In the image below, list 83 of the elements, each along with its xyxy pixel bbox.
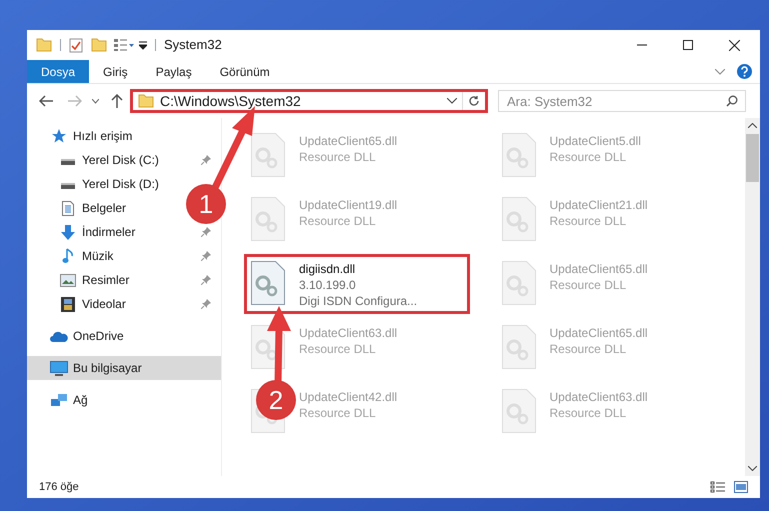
gear-file-icon [251,197,285,241]
file-detail: Resource DLL [550,277,628,293]
properties-icon[interactable] [69,38,83,52]
customize-arrow-icon[interactable] [139,40,147,50]
dropdown-caret-icon[interactable] [447,98,457,104]
details-view-icon[interactable] [710,481,726,493]
nav-item[interactable]: Resimler [27,268,221,292]
file-detail: Resource DLL [550,213,628,229]
file-name: UpdateClient21.dll [550,197,648,213]
scroll-up-icon[interactable] [748,123,757,128]
picture-icon [60,274,76,286]
file-name: UpdateClient65.dll [299,133,398,149]
back-arrow-icon[interactable] [39,95,53,107]
file-name: UpdateClient19.dll [299,197,398,213]
file-name: digiisdn.dll [299,261,356,277]
window-title: System32 [164,36,222,54]
document-icon [62,200,74,216]
pin-icon[interactable] [201,251,211,261]
gear-file-icon [502,133,536,177]
search-icon [726,95,738,107]
file-name: UpdateClient5.dll [550,133,641,149]
film-icon [61,296,75,312]
up-arrow-icon[interactable] [111,94,123,108]
address-bar[interactable]: C:\Windows\System32 [130,89,488,113]
expand-ribbon-icon[interactable] [715,68,725,74]
recent-caret-icon[interactable] [92,98,99,104]
pin-icon[interactable] [201,227,211,237]
file-name: UpdateClient65.dll [550,325,648,341]
file-detail: Resource DLL [299,149,377,165]
nav-item[interactable]: Yerel Disk (D:) [27,172,169,196]
ribbon-tab[interactable]: Görünüm [206,60,284,83]
nav-item[interactable]: Hızlı erişim [27,124,142,148]
file-detail: Digi ISDN Configura... [299,293,418,309]
ribbon-tab[interactable]: Giriş [89,60,142,83]
file-name: UpdateClient42.dll [299,389,398,405]
file-name: UpdateClient63.dll [299,325,398,341]
nav-item[interactable]: Ağ [27,388,98,412]
address-path: C:\Windows\System32 [160,92,302,111]
down-arrow-icon [61,224,75,240]
gear-file-icon [251,261,285,305]
network-icon [50,392,68,408]
search-field[interactable]: Ara: System32 [498,90,746,112]
gear-file-icon [502,197,536,241]
nav-item[interactable]: Müzik [27,244,221,268]
pin-icon[interactable] [201,155,211,165]
file-detail: Resource DLL [550,149,628,165]
file-detail: Resource DLL [299,405,377,421]
gear-file-icon [502,261,536,305]
nav-item[interactable]: Videolar [27,292,221,316]
music-note-icon [62,248,74,264]
monitor-icon [50,360,68,376]
refresh-icon[interactable] [468,95,480,107]
pin-icon[interactable] [201,275,211,285]
gear-file-icon [251,133,285,177]
ribbon-tab[interactable]: Paylaş [142,60,206,83]
close-icon[interactable] [729,40,740,50]
file-detail: Resource DLL [299,341,377,357]
view-list-icon[interactable] [113,38,135,52]
star-icon [52,129,66,143]
file-tile[interactable]: digiisdn.dll 3.10.199.0 Digi ISDN Configura... [244,254,470,314]
scroll-thumb[interactable] [746,134,759,182]
folder-icon [138,94,154,108]
nav-item[interactable]: Belgeler [27,196,136,220]
file-detail: Resource DLL [299,213,377,229]
file-name: UpdateClient65.dll [550,261,648,277]
gear-file-icon [502,325,536,369]
file-detail: 3.10.199.0 [299,277,357,293]
scroll-down-icon[interactable] [748,466,757,471]
cloud-icon [50,330,68,342]
scrollbar[interactable] [745,118,760,476]
file-name: UpdateClient63.dll [550,389,648,405]
tiles-view-icon[interactable] [734,481,748,493]
maximize-icon[interactable] [683,40,693,50]
help-icon[interactable] [737,64,752,79]
nav-item[interactable]: OneDrive [27,324,134,348]
nav-item[interactable]: Yerel Disk (C:) [27,148,221,172]
ribbon-tab[interactable]: Dosya [27,60,90,83]
nav-item[interactable]: Bu bilgisayar [27,356,221,380]
pin-icon[interactable] [201,299,211,309]
file-detail: Resource DLL [550,341,628,357]
gear-file-icon [502,389,536,433]
item-count: 176 öğe [39,480,79,495]
file-detail: Resource DLL [550,405,628,421]
